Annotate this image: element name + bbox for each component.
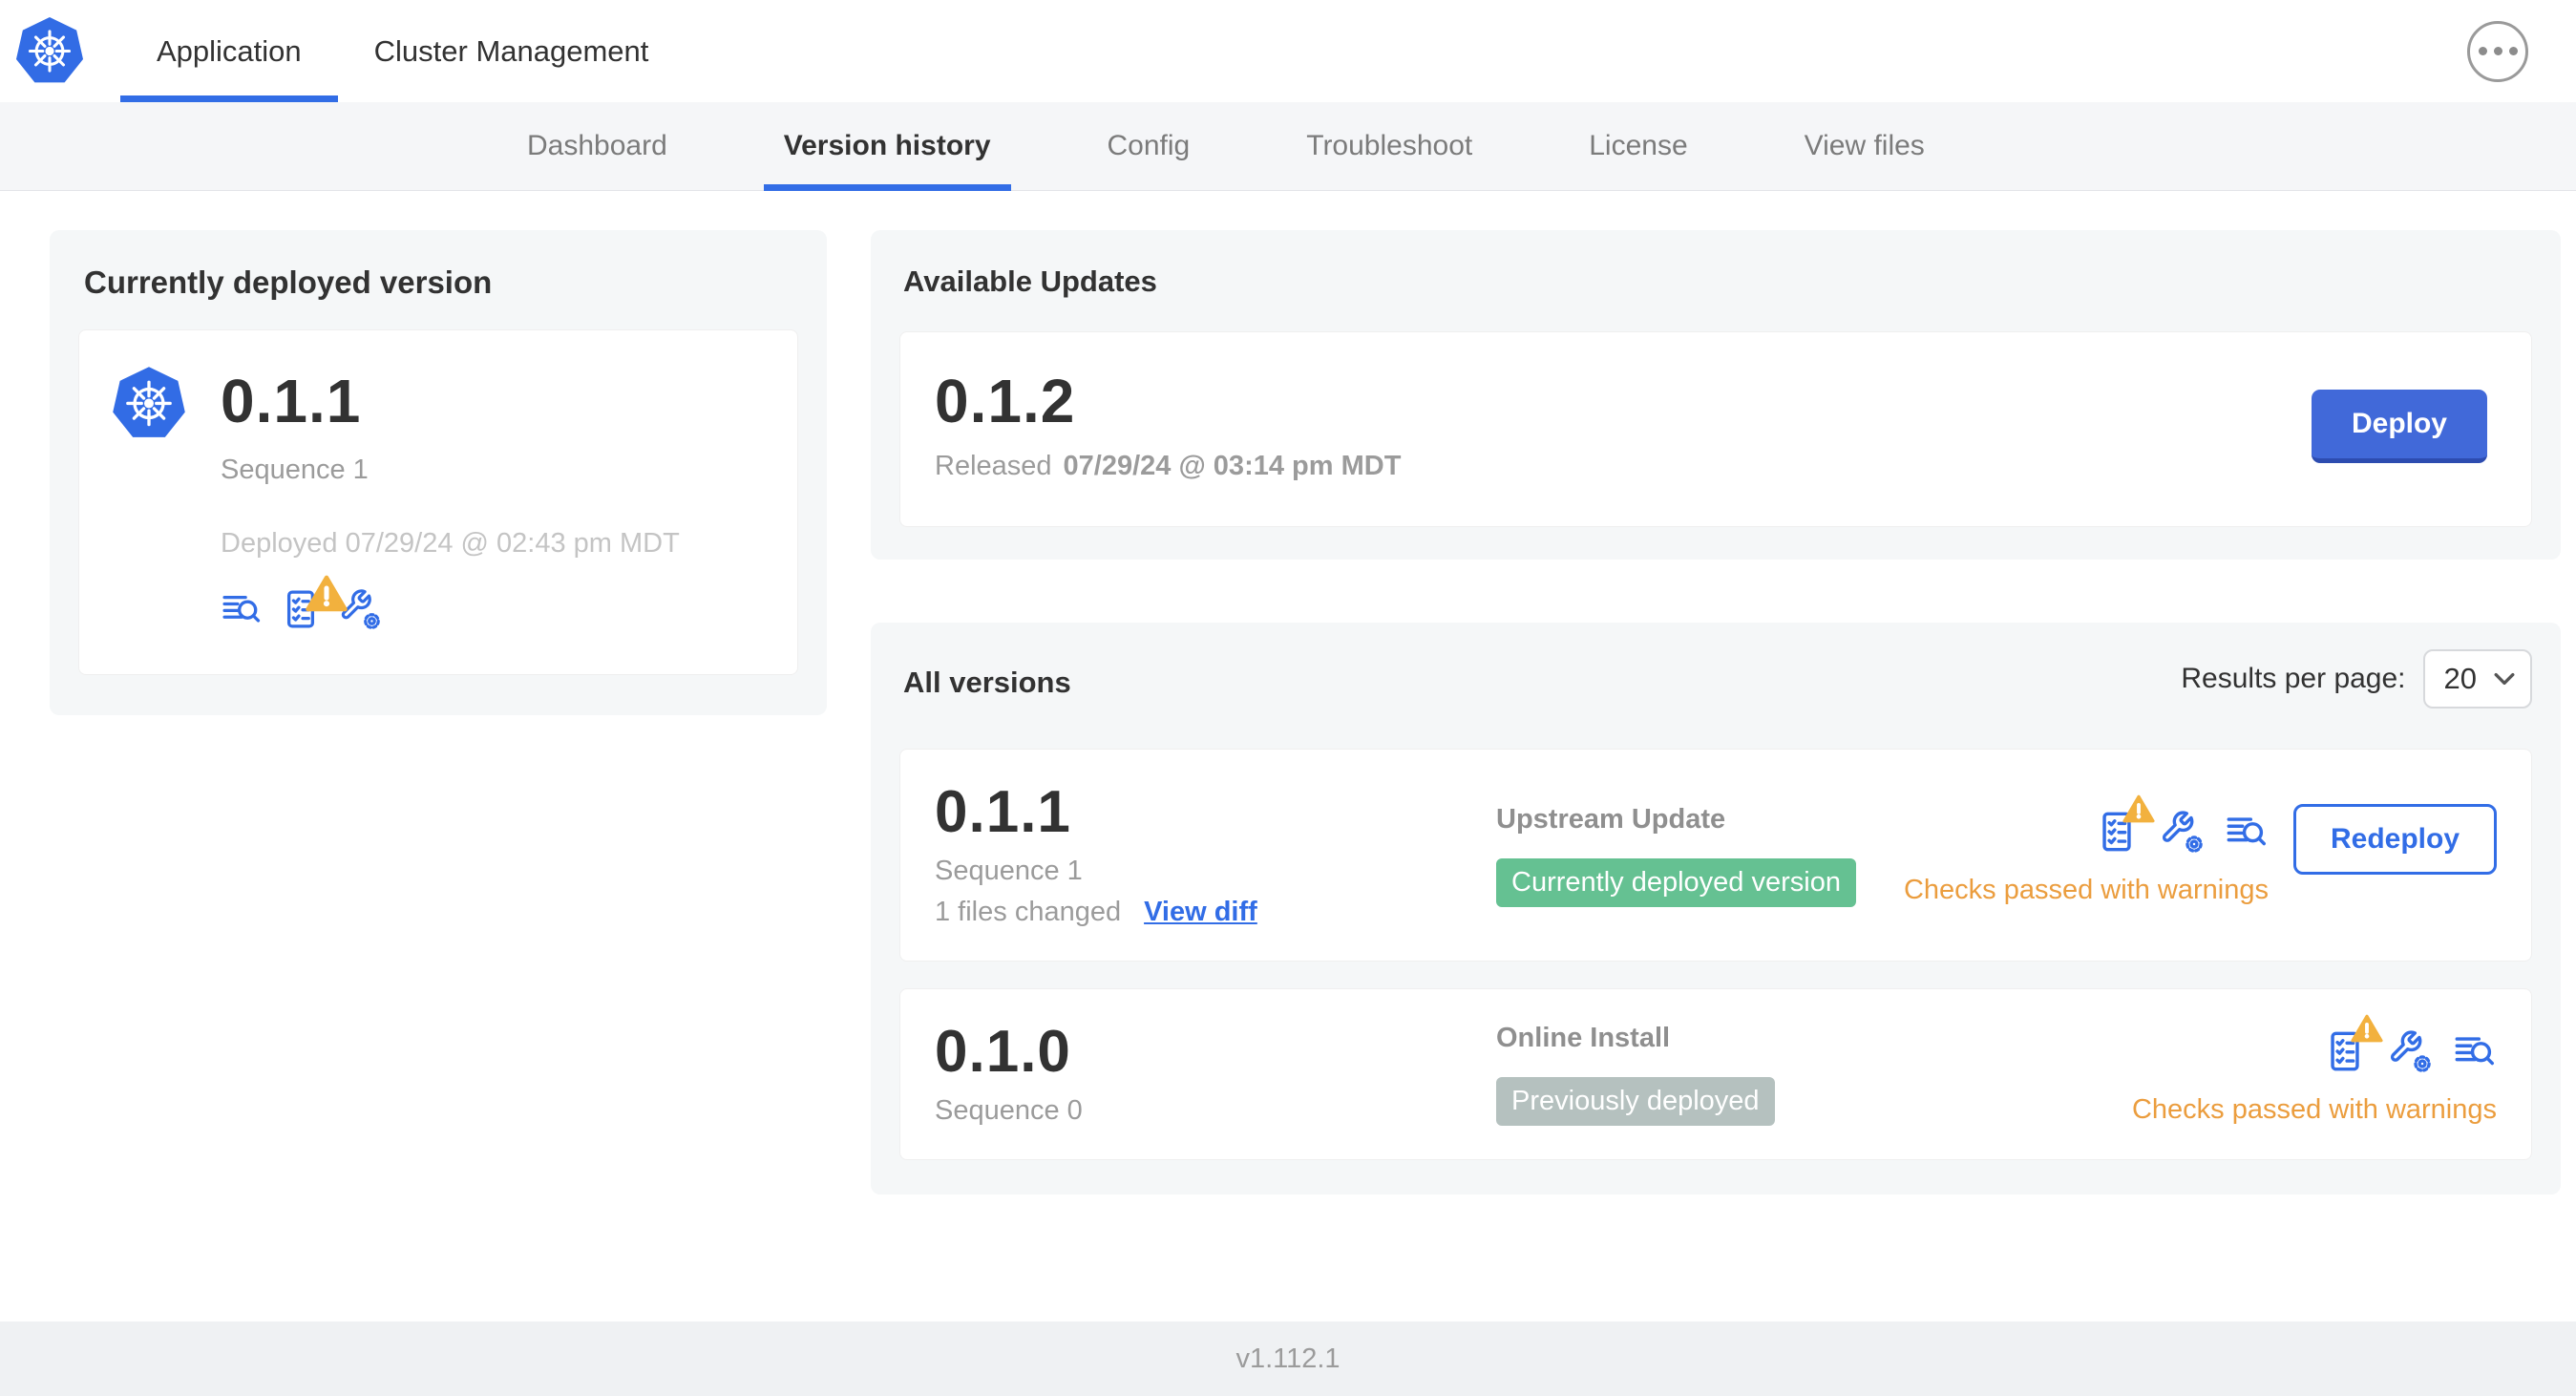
deploy-button[interactable]: Deploy [2311,390,2487,463]
currently-deployed-section: Currently deployed version 0.1.1 Sequenc… [50,230,827,715]
tab-config[interactable]: Config [1087,102,1211,190]
top-nav-tabs: Application Cluster Management [120,0,685,102]
row-version-number: 0.1.0 [935,1019,1071,1086]
all-versions-title: All versions [903,666,1071,699]
current-version-number: 0.1.1 [221,367,362,435]
tab-troubleshoot[interactable]: Troubleshoot [1286,102,1492,190]
chevron-down-icon [2494,672,2515,686]
preflight-checks-warning-icon[interactable] [2323,1014,2383,1073]
files-changed-label: 1 files changed [935,897,1122,928]
app-sub-nav: Dashboard Version history Config Trouble… [0,102,2576,191]
version-history-page: Currently deployed version 0.1.1 Sequenc… [0,191,2576,1322]
version-source-label: Online Install [1496,1023,1671,1054]
tab-cluster-management[interactable]: Cluster Management [338,0,686,102]
currently-deployed-card: Currently deployed version 0.1.1 Sequenc… [50,230,827,715]
version-diff-icon[interactable] [2453,1029,2497,1073]
config-icon[interactable] [2160,810,2204,855]
current-version-sequence: Sequence 1 [221,455,369,485]
config-icon[interactable] [2388,1029,2432,1073]
preflight-status-text[interactable]: Checks passed with warnings [2132,1094,2497,1126]
available-updates-title: Available Updates [903,264,1157,298]
available-updates-card: Available Updates 0.1.2 Released 07/29/2… [871,230,2561,560]
view-diff-link[interactable]: View diff [1144,897,1257,928]
footer: v1.112.1 [0,1322,2576,1396]
row-sequence: Sequence 1 [935,856,1083,887]
version-row: 0.1.1 Sequence 1 1 files changed View di… [899,749,2532,962]
results-per-page-select[interactable]: 20 [2422,649,2532,709]
top-nav: Application Cluster Management [0,0,2576,102]
available-update-row: 0.1.2 Released 07/29/24 @ 03:14 pm MDT D… [899,331,2532,527]
status-badge: Currently deployed version [1496,857,1856,907]
update-released-timestamp: Released 07/29/24 @ 03:14 pm MDT [935,451,1402,481]
app-icon-kubernetes [110,365,188,630]
kubernetes-logo [13,15,86,88]
preflight-checks-warning-icon[interactable] [280,588,322,630]
tab-cluster-management-label: Cluster Management [373,33,649,68]
status-badge: Previously deployed [1496,1077,1775,1127]
tab-version-history[interactable]: Version history [763,102,1011,191]
tab-view-files[interactable]: View files [1784,102,1945,190]
redeploy-button[interactable]: Redeploy [2292,804,2497,876]
warning-triangle-icon [2122,794,2155,824]
admin-console: Application Cluster Management Dashboard… [0,0,2576,1396]
version-diff-icon[interactable] [221,588,263,630]
console-version: v1.112.1 [1235,1343,1341,1374]
warning-triangle-icon [306,573,338,603]
preflight-checks-warning-icon[interactable] [2095,794,2155,854]
tab-application[interactable]: Application [120,0,338,102]
tab-dashboard[interactable]: Dashboard [507,102,687,190]
version-source-label: Upstream Update [1496,803,1726,835]
row-version-number: 0.1.1 [935,779,1071,845]
tab-application-label: Application [157,33,302,68]
overflow-menu-button[interactable] [2467,20,2528,82]
all-versions-card: All versions Results per page: 20 0.1.1 … [871,623,2561,1195]
row-sequence: Sequence 0 [935,1095,1083,1127]
version-row: 0.1.0 Sequence 0 Online Install Previous… [899,988,2532,1161]
currently-deployed-title: Currently deployed version [84,264,493,300]
results-per-page: Results per page: 20 [2181,649,2532,709]
updates-and-versions-section: Available Updates 0.1.2 Released 07/29/2… [871,230,2561,1195]
ellipsis-icon [2478,47,2487,55]
current-version-deployed-timestamp: Deployed 07/29/24 @ 02:43 pm MDT [221,528,680,559]
results-per-page-label: Results per page: [2181,663,2406,694]
warning-triangle-icon [2351,1014,2383,1044]
currently-deployed-version-card: 0.1.1 Sequence 1 Deployed 07/29/24 @ 02:… [78,329,798,675]
tab-license[interactable]: License [1569,102,1707,190]
preflight-status-text[interactable]: Checks passed with warnings [1904,875,2269,906]
update-version-number: 0.1.2 [935,367,1076,435]
version-diff-icon[interactable] [2225,810,2269,854]
